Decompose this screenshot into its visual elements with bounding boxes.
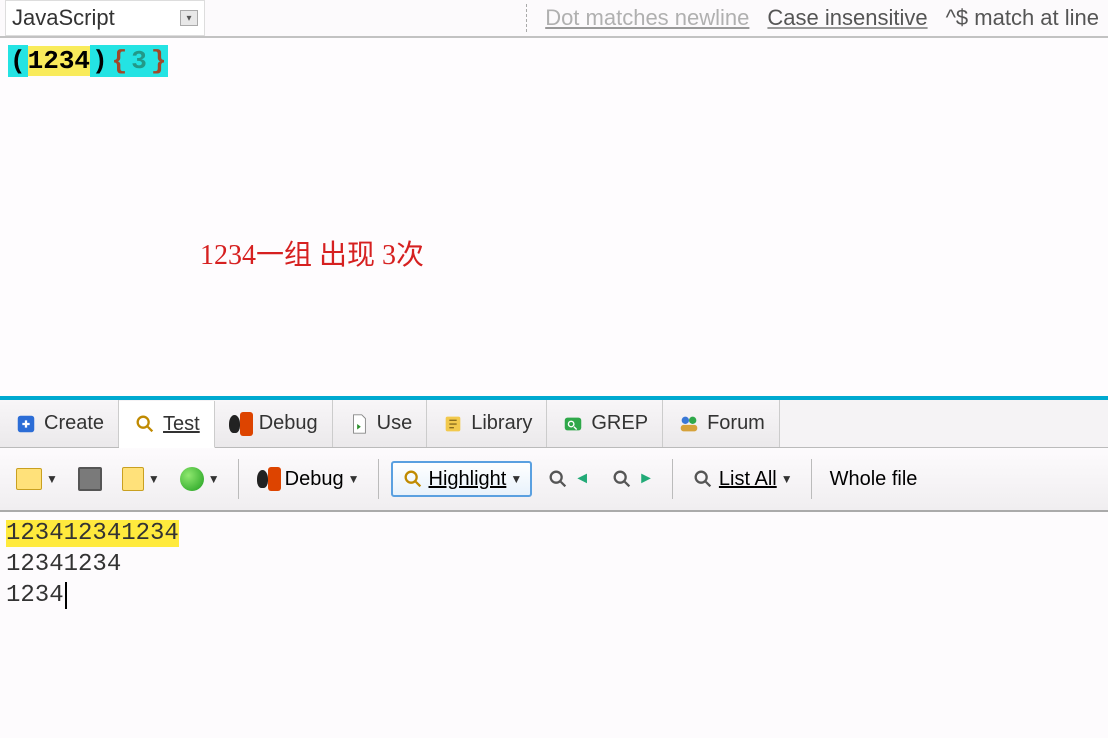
list-all-label: List All (719, 468, 777, 491)
use-icon (347, 412, 371, 436)
test-text-editor[interactable]: 123412341234 12341234 1234 (0, 512, 1108, 618)
tab-label: Forum (707, 412, 765, 435)
highlight-button[interactable]: Highlight ▼ (391, 461, 533, 497)
separator (378, 459, 379, 499)
chevron-down-icon: ▼ (46, 472, 58, 486)
search-icon (133, 412, 157, 436)
tab-label: GREP (591, 412, 648, 435)
tab-label: Use (377, 412, 413, 435)
regex-brace-open: { (110, 45, 130, 77)
anchors-flag[interactable]: ^$ match at line (946, 5, 1099, 31)
search-next-icon (610, 467, 634, 491)
tab-grep[interactable]: GREP (547, 400, 663, 447)
regex-digits: 1234 (28, 46, 90, 76)
tab-label: Library (471, 412, 532, 435)
top-toolbar: JavaScript ▾ Dot matches newline Case in… (0, 0, 1108, 38)
chevron-down-icon: ▾ (180, 10, 198, 26)
search-icon (691, 467, 715, 491)
separator (672, 459, 673, 499)
tab-label: Create (44, 412, 104, 435)
tab-forum[interactable]: Forum (663, 400, 780, 447)
scope-dropdown[interactable]: Whole file (824, 464, 924, 495)
forum-icon (677, 412, 701, 436)
scope-label: Whole file (830, 468, 918, 491)
match-highlight: 123412341234 (6, 520, 179, 547)
search-icon (401, 467, 425, 491)
tab-library[interactable]: Library (427, 400, 547, 447)
grep-icon (561, 412, 585, 436)
globe-icon (180, 467, 204, 491)
test-toolbar: ▼ ▼ ▼ Debug ▼ Highlight ▼ ◄ ► List All ▼… (0, 448, 1108, 512)
regex-brace-close: } (149, 45, 169, 77)
arrow-left-icon: ◄ (574, 470, 590, 488)
regex-editor[interactable]: (1234){3} 1234一组 出现 3次 (0, 38, 1108, 400)
create-icon (14, 412, 38, 436)
arrow-right-icon: ► (638, 470, 654, 488)
separator (526, 4, 527, 32)
open-button[interactable]: ▼ (10, 464, 64, 494)
flavor-dropdown[interactable]: JavaScript ▾ (5, 0, 205, 36)
tab-label: Debug (259, 412, 318, 435)
save-button[interactable] (72, 463, 108, 495)
chevron-down-icon: ▼ (148, 472, 160, 486)
test-line: 1234 (6, 580, 1102, 611)
separator (238, 459, 239, 499)
chevron-down-icon: ▼ (348, 472, 360, 486)
dot-newline-flag[interactable]: Dot matches newline (545, 5, 749, 31)
bug-icon (257, 467, 281, 491)
disk-icon (78, 467, 102, 491)
chevron-down-icon: ▼ (208, 472, 220, 486)
tab-debug[interactable]: Debug (215, 400, 333, 447)
regex-close-paren: ) (90, 45, 110, 77)
highlight-label: Highlight (429, 468, 507, 491)
regex-open-paren: ( (8, 45, 28, 77)
web-button[interactable]: ▼ (174, 463, 226, 495)
clipboard-icon (122, 467, 144, 491)
tab-use[interactable]: Use (333, 400, 428, 447)
library-icon (441, 412, 465, 436)
prev-match-button[interactable]: ◄ (540, 463, 596, 495)
text-with-cursor: 1234 (6, 582, 67, 609)
regex-line: (1234){3} (8, 46, 1100, 76)
regex-flags-area: Dot matches newline Case insensitive ^$ … (526, 4, 1103, 32)
tab-test[interactable]: Test (119, 401, 215, 448)
folder-icon (16, 468, 42, 490)
test-line: 12341234 (6, 549, 1102, 580)
tab-create[interactable]: Create (0, 400, 119, 447)
chevron-down-icon: ▼ (781, 472, 793, 486)
annotation-text: 1234一组 出现 3次 (200, 233, 424, 273)
case-insensitive-flag[interactable]: Case insensitive (767, 5, 927, 31)
regex-quantifier: 3 (129, 45, 149, 77)
tab-label: Test (163, 413, 200, 436)
test-line: 123412341234 (6, 518, 1102, 549)
separator (811, 459, 812, 499)
bug-icon (229, 412, 253, 436)
search-prev-icon (546, 467, 570, 491)
paste-button[interactable]: ▼ (116, 463, 166, 495)
flavor-label: JavaScript (12, 5, 115, 31)
chevron-down-icon: ▼ (510, 472, 522, 486)
tab-bar: Create Test Debug Use Library GREP Forum (0, 400, 1108, 448)
next-match-button[interactable]: ► (604, 463, 660, 495)
debug-button[interactable]: Debug ▼ (251, 463, 366, 495)
debug-label: Debug (285, 468, 344, 491)
list-all-button[interactable]: List All ▼ (685, 463, 799, 495)
